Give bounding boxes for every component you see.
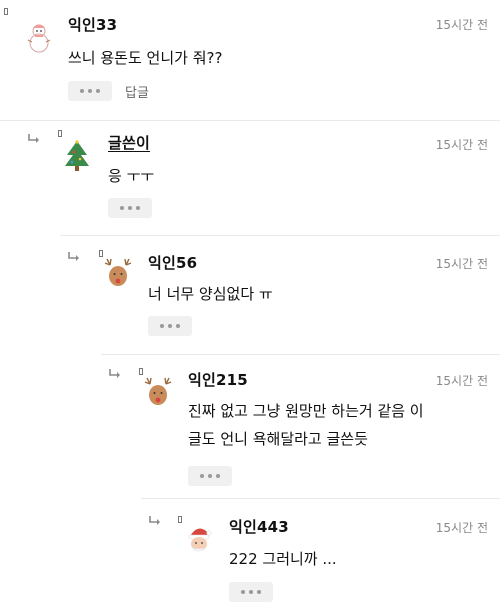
more-dots-icon <box>200 474 204 478</box>
reindeer-avatar <box>101 257 135 291</box>
comment-text-line: 글도 언니 욕해달라고 글쓴듯 <box>188 430 368 448</box>
comment-time: 15시간 전 <box>435 257 488 271</box>
more-dots-icon <box>241 590 245 594</box>
more-dots-icon <box>120 206 124 210</box>
more-options-button[interactable] <box>188 466 232 486</box>
comment-time: 15시간 전 <box>435 138 488 152</box>
comment-text-line: 진짜 없고 그냥 원망만 하는거 같음 이 <box>188 402 424 420</box>
comment-text: 너 너무 양심없다 ㅠ <box>148 285 273 303</box>
comment-nickname[interactable]: 익인56 <box>148 252 197 273</box>
comment-time: 15시간 전 <box>435 521 488 535</box>
badge-marker-icon <box>58 130 62 137</box>
santa-avatar <box>182 522 216 556</box>
separator <box>0 120 500 121</box>
badge-marker-icon <box>99 250 103 257</box>
comment-time: 15시간 전 <box>435 374 488 388</box>
badge-marker-icon <box>139 368 143 375</box>
more-options-button[interactable] <box>229 582 273 602</box>
comment-text: 응 ㅜㅜ <box>108 167 155 185</box>
separator <box>101 354 500 355</box>
comment-nickname[interactable]: 익인443 <box>229 516 289 537</box>
reply-button[interactable]: 답글 <box>125 82 149 101</box>
separator <box>141 498 500 499</box>
comment-nickname[interactable]: 익인215 <box>188 369 248 390</box>
comment-time: 15시간 전 <box>435 18 488 32</box>
more-options-button[interactable] <box>148 316 192 336</box>
more-options-button[interactable] <box>108 198 152 218</box>
more-options-button[interactable] <box>68 81 112 101</box>
comment-text: 222 그러니까 ... <box>229 550 337 568</box>
reply-arrow-icon <box>148 515 162 527</box>
christmas-tree-avatar <box>60 139 94 173</box>
reply-arrow-icon <box>27 133 41 145</box>
snowman-avatar <box>22 20 56 54</box>
separator <box>60 235 500 236</box>
reply-arrow-icon <box>67 251 81 263</box>
comment-nickname[interactable]: 글쓴이 <box>108 132 150 153</box>
more-dots-icon <box>160 324 164 328</box>
badge-marker-icon <box>4 8 8 15</box>
reply-arrow-icon <box>108 368 122 380</box>
more-dots-icon <box>80 89 84 93</box>
reindeer-avatar <box>141 376 175 410</box>
comment-text: 쓰니 용돈도 언니가 줘?? <box>68 49 223 67</box>
comment-nickname[interactable]: 익인33 <box>68 14 117 35</box>
